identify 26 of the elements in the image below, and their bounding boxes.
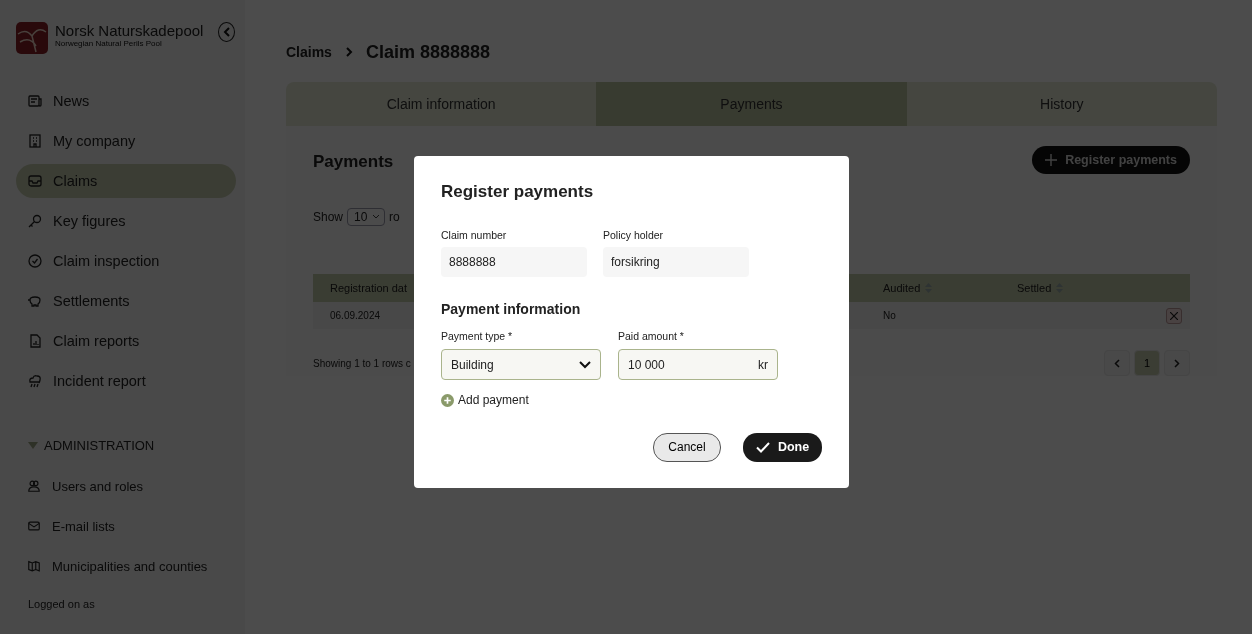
chevron-down-icon — [579, 360, 591, 369]
dialog-title: Register payments — [441, 182, 595, 202]
section-heading: Payment information — [441, 301, 582, 317]
show-label: Show — [313, 210, 344, 224]
field-label: Payment type * — [441, 330, 514, 342]
logged-on-label: Logged on as — [27, 598, 96, 610]
brand-name: Norsk Naturskadepool — [55, 22, 204, 39]
paid-amount-field[interactable]: 10 000 kr — [618, 349, 778, 380]
section-heading: ADMINISTRATION — [44, 438, 155, 453]
add-payment-link[interactable]: Add payment — [441, 393, 529, 407]
breadcrumb-link[interactable]: Claims — [286, 44, 332, 60]
cancel-button[interactable]: Cancel — [653, 432, 721, 462]
claim-number-field: 8888888 — [441, 247, 587, 277]
plus-circle-icon — [441, 393, 454, 407]
checkmark-icon — [755, 441, 770, 453]
field-label: Claim number — [441, 229, 508, 241]
done-button[interactable]: Done — [743, 432, 822, 462]
table-cell: No — [883, 310, 896, 321]
table-cell: 06.09.2024 — [330, 310, 381, 321]
page-title: Claim 8888888 — [365, 41, 490, 63]
section-title: Payments — [313, 152, 394, 172]
field-label: Paid amount * — [618, 330, 685, 342]
payment-type-select[interactable]: Building — [441, 349, 601, 380]
policy-holder-field: forsikring — [603, 247, 749, 277]
field-label: Policy holder — [603, 229, 665, 241]
rows-label: ro — [389, 210, 400, 224]
